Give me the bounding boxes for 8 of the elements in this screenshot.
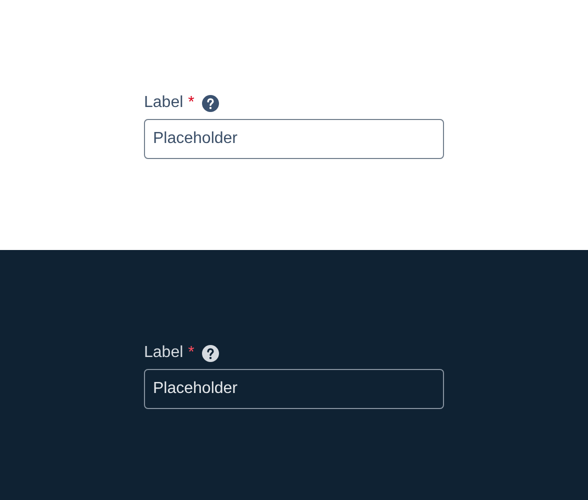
help-icon[interactable] [202,94,220,112]
required-mark: * [188,93,194,113]
text-input-field[interactable]: Placeholder [144,369,444,409]
required-mark: * [188,343,194,363]
help-icon[interactable] [202,344,220,362]
text-input-field[interactable]: Placeholder [144,119,444,159]
field-label: Label [144,93,184,113]
field-label: Label [144,343,184,363]
